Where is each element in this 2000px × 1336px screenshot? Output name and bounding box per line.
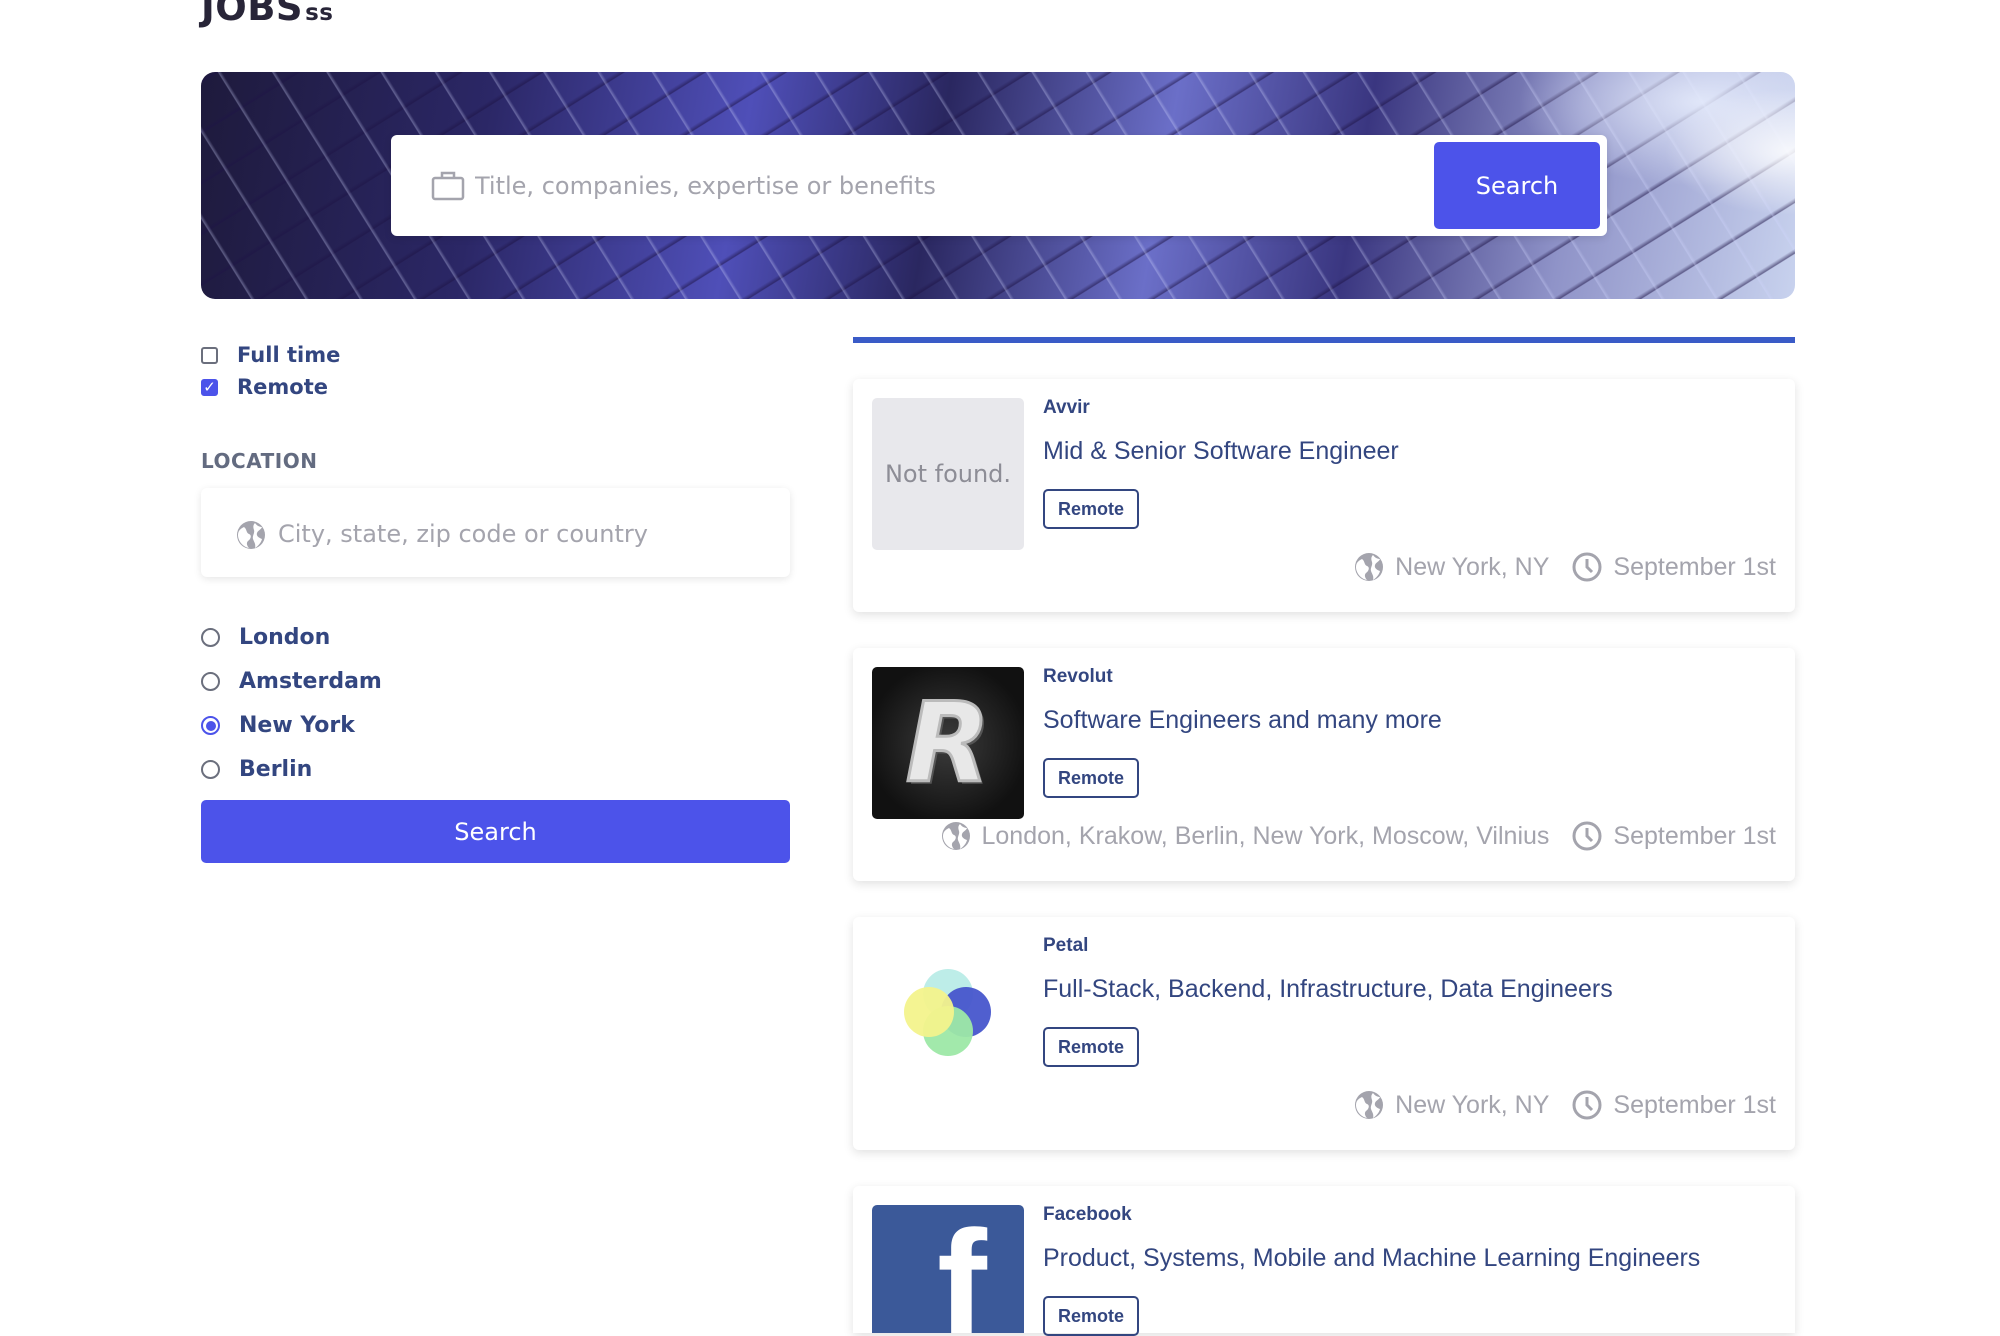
loading-progress-bar	[853, 337, 1795, 343]
facebook-logo-letter: f	[937, 1205, 987, 1333]
job-location: New York, NY	[1395, 552, 1550, 581]
new-york-label: New York	[239, 713, 355, 738]
job-type-badge: Remote	[1043, 1027, 1140, 1067]
location-option-berlin[interactable]: Berlin	[201, 757, 312, 782]
logo-suffix: ss	[305, 0, 334, 26]
remote-label: Remote	[237, 375, 329, 399]
location-section-title: LOCATION	[201, 449, 318, 473]
globe-icon	[1355, 553, 1384, 581]
globe-icon	[1355, 1091, 1384, 1119]
job-location: London, Krakow, Berlin, New York, Moscow…	[981, 821, 1550, 850]
company-name: Facebook	[1043, 1204, 1132, 1225]
company-logo: f	[872, 1205, 1024, 1333]
job-meta: New York, NY September 1st	[1353, 1089, 1776, 1121]
london-label: London	[239, 625, 331, 650]
clock-icon	[1572, 821, 1602, 851]
job-meta: London, Krakow, Berlin, New York, Moscow…	[940, 820, 1776, 852]
company-name: Avvir	[1043, 397, 1090, 418]
filter-remote[interactable]: Remote	[201, 375, 328, 399]
company-logo	[872, 936, 1024, 1088]
company-logo: Not found.	[872, 398, 1024, 550]
petal-logo-icon	[904, 969, 991, 1056]
full-time-label: Full time	[237, 343, 341, 367]
logo-text: JOBS	[201, 0, 304, 29]
filter-search-button[interactable]: Search	[201, 800, 790, 863]
amsterdam-label: Amsterdam	[239, 669, 382, 694]
job-date: September 1st	[1613, 1090, 1776, 1119]
full-time-checkbox[interactable]	[201, 346, 218, 364]
job-search-bar: Search	[391, 135, 1607, 236]
new-york-radio[interactable]	[201, 716, 220, 735]
job-card[interactable]: R Revolut Software Engineers and many mo…	[853, 648, 1795, 881]
job-title[interactable]: Product, Systems, Mobile and Machine Lea…	[1043, 1244, 1700, 1273]
clock-icon	[1572, 552, 1602, 582]
job-title[interactable]: Software Engineers and many more	[1043, 706, 1442, 735]
globe-icon	[941, 822, 970, 850]
job-card[interactable]: f Facebook Product, Systems, Mobile and …	[853, 1186, 1795, 1336]
job-type-badge: Remote	[1043, 1296, 1140, 1336]
job-title[interactable]: Mid & Senior Software Engineer	[1043, 437, 1399, 466]
company-name: Petal	[1043, 935, 1089, 956]
job-type-badge: Remote	[1043, 489, 1140, 529]
location-option-amsterdam[interactable]: Amsterdam	[201, 669, 382, 694]
location-search-box	[201, 488, 790, 577]
job-location: New York, NY	[1395, 1090, 1550, 1119]
company-name: Revolut	[1043, 666, 1113, 687]
job-meta: New York, NY September 1st	[1353, 551, 1776, 583]
location-option-london[interactable]: London	[201, 625, 330, 650]
location-input[interactable]	[276, 508, 770, 560]
location-option-new-york[interactable]: New York	[201, 713, 355, 738]
job-search-input[interactable]	[473, 159, 1407, 213]
loading-progress-fill	[853, 337, 1795, 343]
job-card[interactable]: Not found. Avvir Mid & Senior Software E…	[853, 379, 1795, 612]
job-card[interactable]: Petal Full-Stack, Backend, Infrastructur…	[853, 917, 1795, 1150]
job-date: September 1st	[1613, 821, 1776, 850]
job-title[interactable]: Full-Stack, Backend, Infrastructure, Dat…	[1043, 975, 1613, 1004]
site-logo[interactable]: JOBSss	[201, 0, 333, 29]
globe-icon	[237, 521, 265, 549]
berlin-radio[interactable]	[201, 760, 220, 779]
amsterdam-radio[interactable]	[201, 672, 220, 691]
job-type-badge: Remote	[1043, 758, 1140, 798]
job-search-button[interactable]: Search	[1434, 142, 1600, 229]
berlin-label: Berlin	[239, 757, 313, 782]
job-date: September 1st	[1613, 552, 1776, 581]
remote-checkbox[interactable]	[201, 378, 218, 396]
clock-icon	[1572, 1090, 1602, 1120]
london-radio[interactable]	[201, 628, 220, 647]
filter-full-time[interactable]: Full time	[201, 343, 340, 367]
revolut-logo-letter: R	[904, 678, 992, 809]
company-logo: R	[872, 667, 1024, 819]
briefcase-icon	[431, 171, 465, 201]
